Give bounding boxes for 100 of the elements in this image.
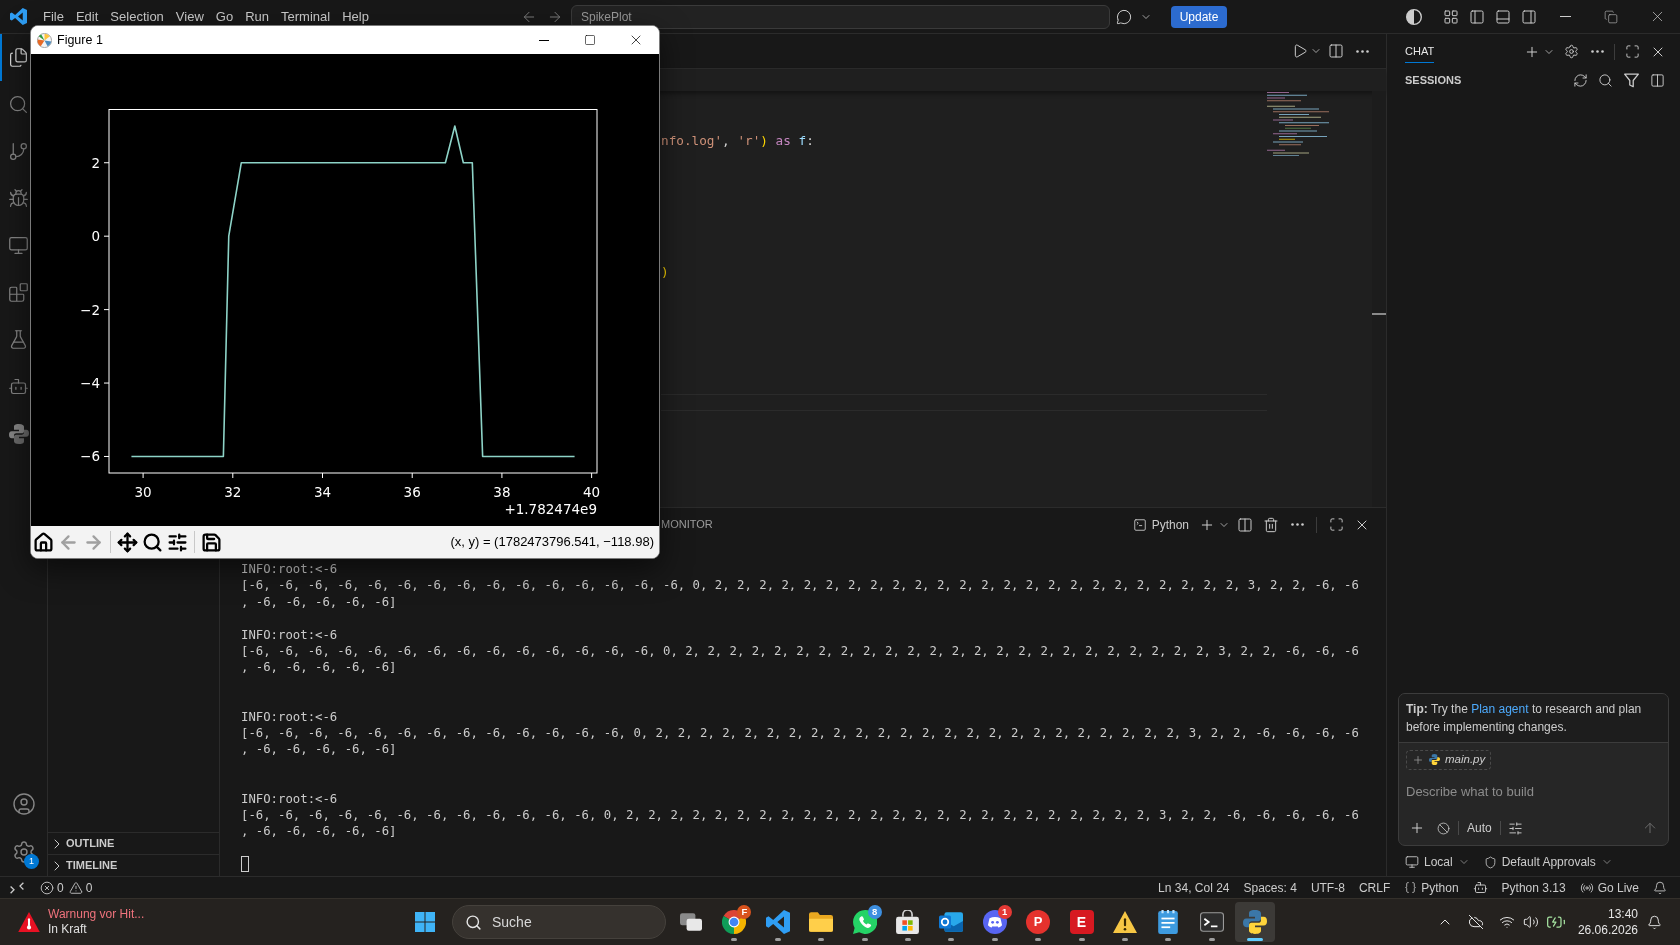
search-icon: [8, 94, 29, 115]
window-title: Figure 1: [57, 31, 103, 49]
terminal-line: , -6, -6, -6, -6, -6]: [241, 659, 397, 676]
shield-icon: [1483, 855, 1497, 869]
split-view-icon: [1649, 72, 1665, 88]
overlapping-windows-icon: [680, 912, 702, 932]
weather-warning-widget[interactable]: Warnung vor Hit... In Kraft: [14, 903, 149, 941]
plan-agent-link[interactable]: Plan agent: [1471, 701, 1529, 716]
chat-bubble-icon: [1116, 8, 1132, 25]
taskbar-app-button[interactable]: 1: [974, 902, 1015, 942]
minimize-icon: [539, 39, 549, 41]
maximize-icon: [1328, 517, 1344, 532]
app-letter-logo: E: [1069, 910, 1094, 934]
cloud-off-icon: [1468, 914, 1484, 930]
terminal-line: , -6, -6, -6, -6, -6]: [241, 741, 397, 758]
code-editor-logo-icon: [10, 8, 27, 25]
tick-mark: [142, 473, 144, 478]
trash-icon: [1263, 516, 1279, 533]
warning-sign-icon: [1112, 911, 1137, 933]
right-panel-icon: [1521, 8, 1537, 25]
sidebar-section-header[interactable]: OUTLINE: [48, 832, 219, 854]
taskbar-app-button[interactable]: P: [1018, 902, 1059, 942]
settings-button[interactable]: 1: [0, 828, 47, 876]
tick-mark: [322, 473, 323, 478]
taskbar-app-button[interactable]: F: [714, 902, 755, 942]
update-button[interactable]: Update: [1171, 5, 1227, 28]
settings-icon: [1563, 44, 1579, 59]
error-icon: [40, 880, 54, 895]
status-bar-item[interactable]: Python: [1397, 877, 1466, 898]
tick-mark: [104, 235, 109, 237]
panel-tab[interactable]: MONITOR: [661, 516, 713, 533]
left-panel-icon: [1469, 8, 1485, 25]
chat-input[interactable]: Describe what to build: [1406, 780, 1661, 803]
tick-label: 38: [493, 484, 511, 500]
taskbar-app-button[interactable]: E: [1061, 902, 1102, 942]
status-bar-item[interactable]: UTF-8: [1303, 877, 1352, 898]
tick-label: −2: [80, 301, 100, 318]
terminal-line: , -6, -6, -6, -6, -6]: [241, 593, 397, 611]
status-bar-item[interactable]: Spaces: 4: [1236, 877, 1304, 898]
menu-item[interactable]: Run: [239, 4, 275, 29]
menu-item[interactable]: Go: [209, 4, 240, 29]
status-bar-item[interactable]: Python 3.13: [1494, 877, 1573, 898]
terminal-line: INFO:root:<-6: [241, 708, 338, 726]
settings-icon: [11, 840, 36, 864]
chat-tab[interactable]: CHAT: [1405, 40, 1435, 63]
terminal-icon: [1132, 517, 1147, 532]
plus-icon: [1409, 820, 1425, 836]
location-picker[interactable]: Local: [1405, 851, 1470, 873]
bug-icon: [8, 188, 29, 209]
branch-icon: [8, 141, 29, 162]
cursor-coordinates: (x, y) = (1782473796.541, −118.98): [450, 533, 655, 552]
app-letter-logo: P: [1026, 910, 1051, 934]
terminal-selector[interactable]: Python: [1128, 513, 1193, 536]
refresh-icon: [1572, 72, 1588, 88]
status-bar-item[interactable]: Ln 34, Col 24: [1151, 877, 1237, 898]
attachment-chip[interactable]: main.py: [1406, 749, 1492, 770]
remote-icon: [10, 881, 24, 894]
braces-icon: [1404, 881, 1418, 894]
home-icon: [33, 531, 54, 553]
taskbar-app-button[interactable]: [1235, 902, 1276, 942]
search-icon: [465, 913, 482, 931]
terminal-line: [-6, -6, -6, -6, -6, -6, -6, -6, -6, -6, -6, -6, -6, 0, 2, 2, 2, 2, 2, 2, 2, 2, 2, 2, 2, 2, 2, 2, 2, 2, 2, 2, 2, 2, 2, 2, 2, 2, 3, 2, 2, -6, -6, -6, -6: [241, 725, 1359, 742]
approvals-picker[interactable]: Default Approvals: [1483, 851, 1613, 873]
menu-item[interactable]: Help: [336, 4, 375, 29]
sliders-icon: [1508, 820, 1524, 836]
command-center[interactable]: SpikePlot: [571, 4, 1110, 29]
count-badge: 1: [997, 905, 1012, 919]
robot-icon: [8, 376, 29, 397]
warning-icon: [68, 880, 83, 895]
tick-mark: [104, 309, 109, 311]
status-bar-item[interactable]: Go Live: [1572, 877, 1646, 898]
notepad-icon: [1158, 910, 1179, 934]
files-icon: [8, 47, 29, 68]
search-box[interactable]: Suche: [452, 905, 666, 939]
terminal-line: [-6, -6, -6, -6, -6, -6, -6, -6, -6, -6, -6, -6, 0, 2, 2, 2, 2, 2, 2, 2, 2, 2, 2, 2, 2, 2, 2, 2, 2, 2, 2, 2, 2, 2, 2, 2, 2, 3, 2, 2, -6, -6, -6, -6, -6: [241, 807, 1359, 824]
problems-button[interactable]: 0 0: [34, 877, 99, 898]
count-badge: 1: [24, 854, 39, 869]
menu-item[interactable]: Terminal: [275, 4, 337, 29]
menu-item[interactable]: Edit: [69, 4, 105, 29]
robot-icon: [1472, 880, 1488, 895]
tick-label: −6: [80, 448, 100, 465]
clock[interactable]: 13:40 26.06.2026: [1572, 902, 1642, 942]
magnifier-icon: [142, 531, 163, 553]
python-logo-icon: [1243, 910, 1268, 934]
plus-icon: [1412, 753, 1424, 766]
sliders-icon: [167, 531, 188, 553]
menu-item[interactable]: Selection: [104, 4, 170, 29]
tick-label: 40: [583, 484, 601, 500]
count-badge: 8: [867, 905, 882, 919]
menu-item[interactable]: View: [169, 4, 210, 29]
tick-mark: [591, 473, 593, 478]
terminal-window-icon: [1199, 912, 1224, 932]
mail-app-icon: [939, 912, 964, 932]
pinwheel-logo-icon: [36, 32, 52, 48]
broadcast-icon: [1579, 880, 1594, 895]
menu-item[interactable]: File: [37, 4, 70, 29]
status-bar-item[interactable]: CRLF: [1351, 877, 1398, 898]
ellipsis-icon: [1590, 50, 1604, 53]
mode-picker[interactable]: Auto: [1463, 817, 1496, 839]
shopping-bag-icon: [896, 910, 920, 934]
